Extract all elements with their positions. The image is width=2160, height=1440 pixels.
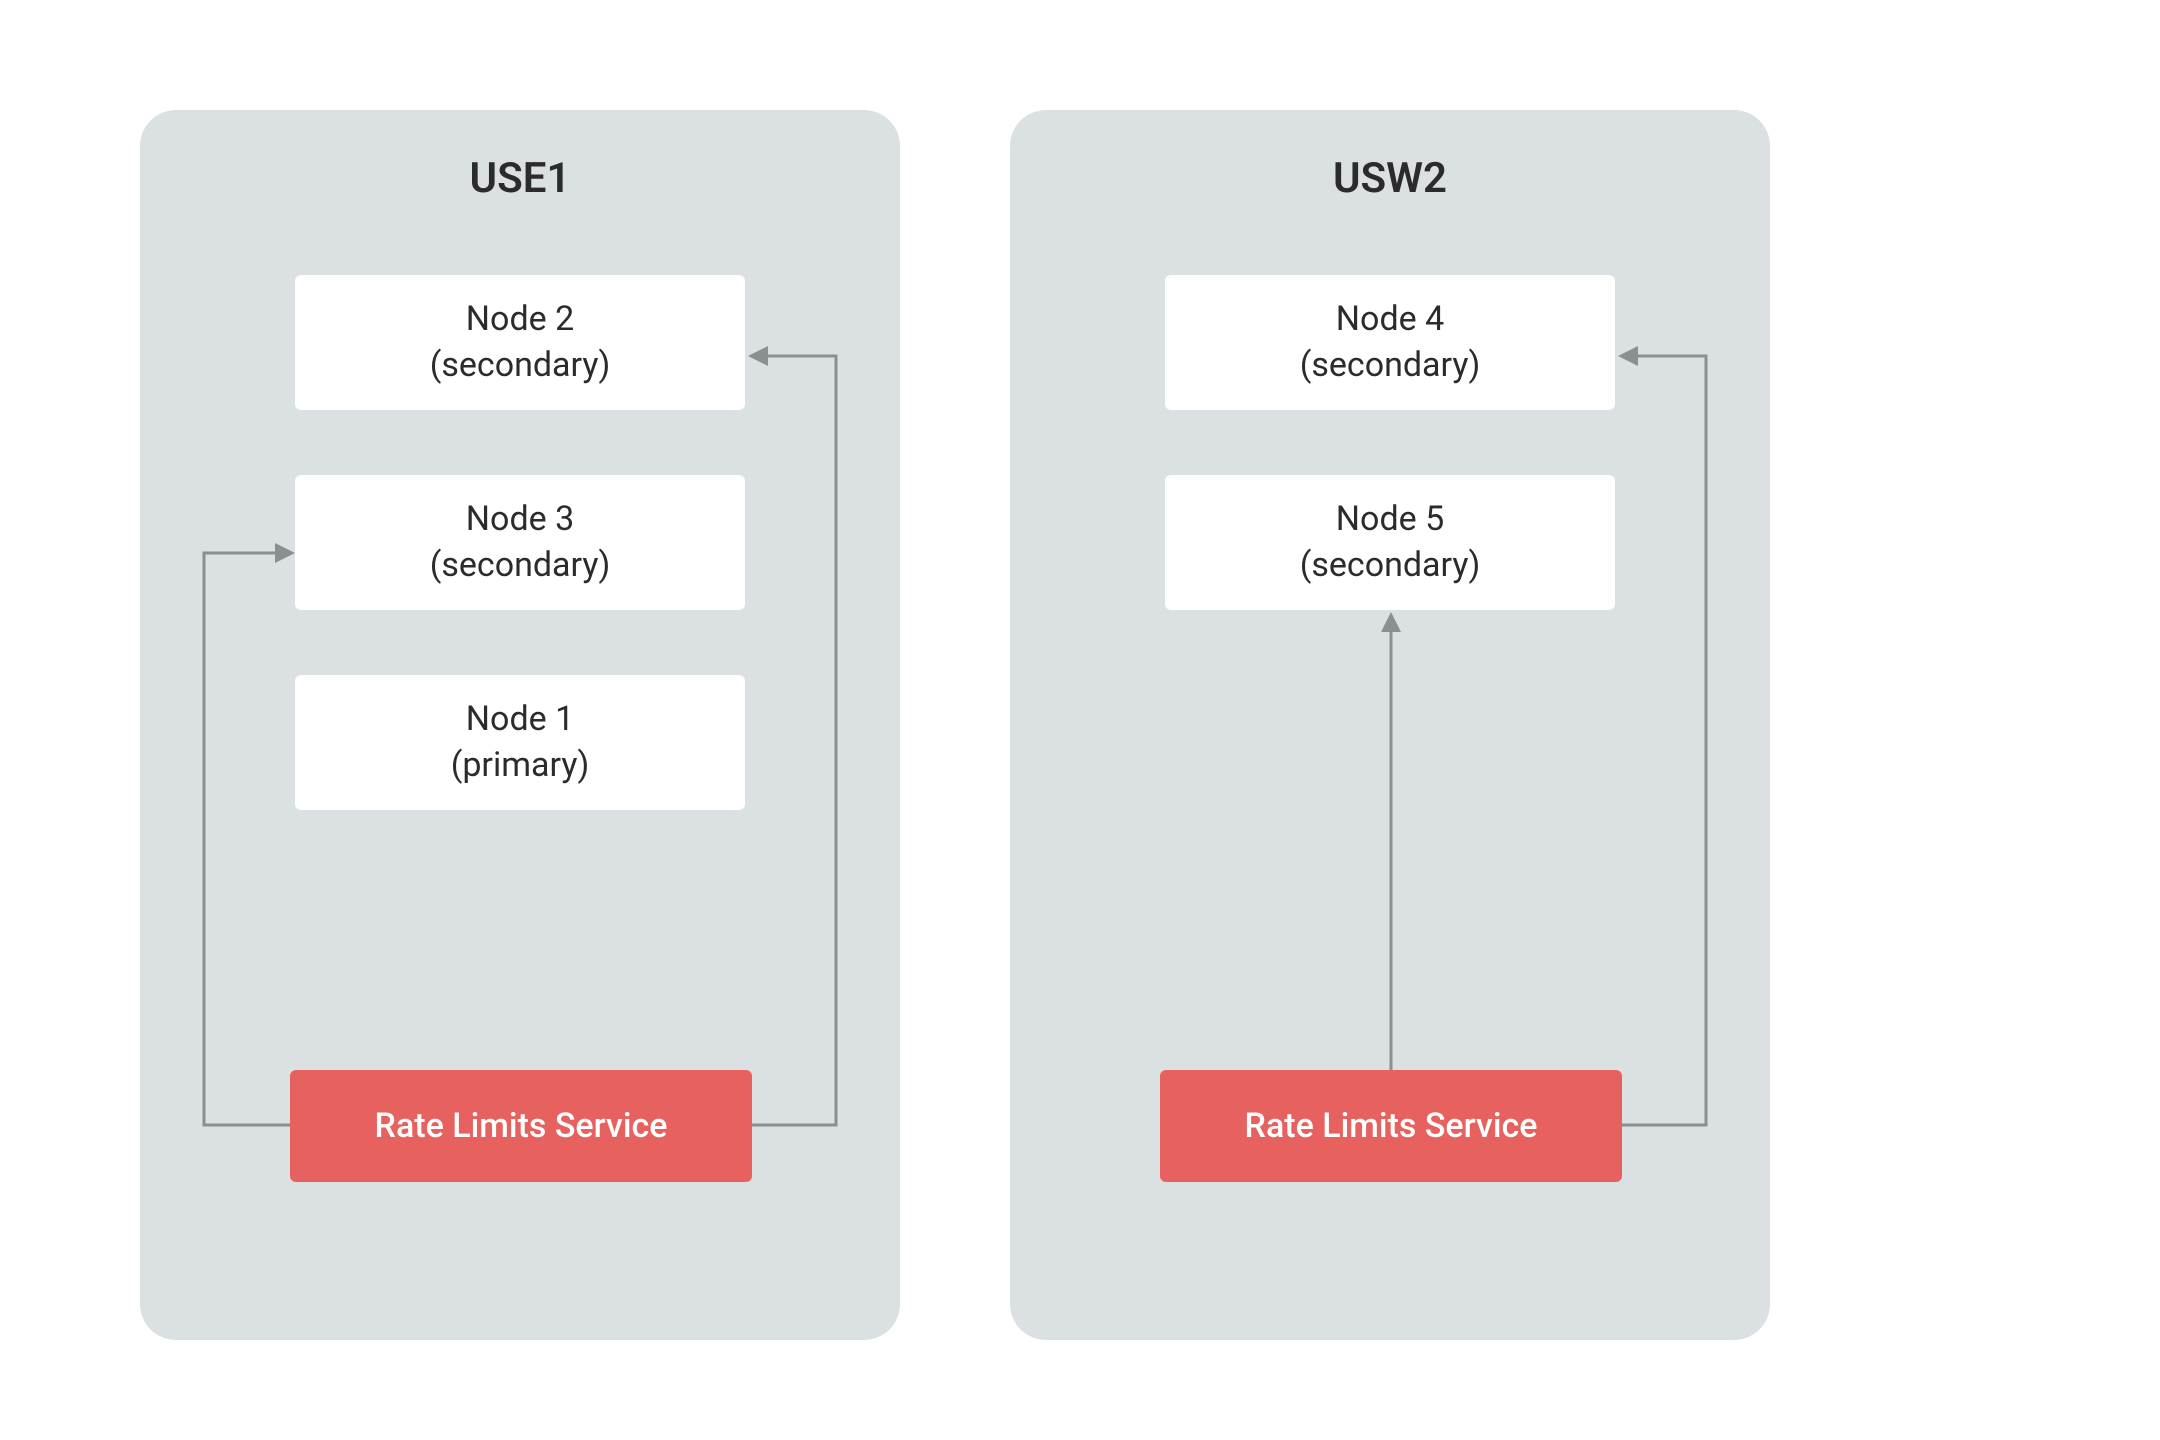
region-usw2: USW2 Node 4 (secondary) Node 5 (secondar… [1010, 110, 1770, 1340]
arrow-left-head [275, 543, 295, 563]
node-role: (secondary) [1300, 543, 1481, 589]
region-use1: USE1 Node 2 (secondary) Node 3 (secondar… [140, 110, 900, 1340]
arrow-right-head [748, 346, 768, 366]
region-title: USW2 [1010, 154, 1770, 203]
arrow-left-path [204, 553, 290, 1125]
node-name: Node 1 [466, 697, 574, 743]
node-box: Node 1 (primary) [295, 675, 745, 810]
arrow-right-path [1622, 356, 1706, 1125]
node-box: Node 3 (secondary) [295, 475, 745, 610]
arrow-right-path [752, 356, 836, 1125]
arrow-right-head [1618, 346, 1638, 366]
rate-limits-service: Rate Limits Service [290, 1070, 752, 1182]
node-role: (secondary) [430, 543, 611, 589]
node-name: Node 3 [466, 497, 574, 543]
node-role: (secondary) [430, 343, 611, 389]
service-label: Rate Limits Service [375, 1106, 668, 1146]
service-label: Rate Limits Service [1245, 1106, 1538, 1146]
region-title: USE1 [140, 154, 900, 203]
node-name: Node 5 [1336, 497, 1444, 543]
node-role: (secondary) [1300, 343, 1481, 389]
node-box: Node 5 (secondary) [1165, 475, 1615, 610]
arrow-center-head [1381, 612, 1401, 632]
node-role: (primary) [451, 743, 590, 789]
rate-limits-service: Rate Limits Service [1160, 1070, 1622, 1182]
diagram-stage: USE1 Node 2 (secondary) Node 3 (secondar… [0, 0, 2160, 1440]
node-name: Node 2 [466, 297, 574, 343]
node-box: Node 2 (secondary) [295, 275, 745, 410]
node-box: Node 4 (secondary) [1165, 275, 1615, 410]
node-name: Node 4 [1336, 297, 1444, 343]
